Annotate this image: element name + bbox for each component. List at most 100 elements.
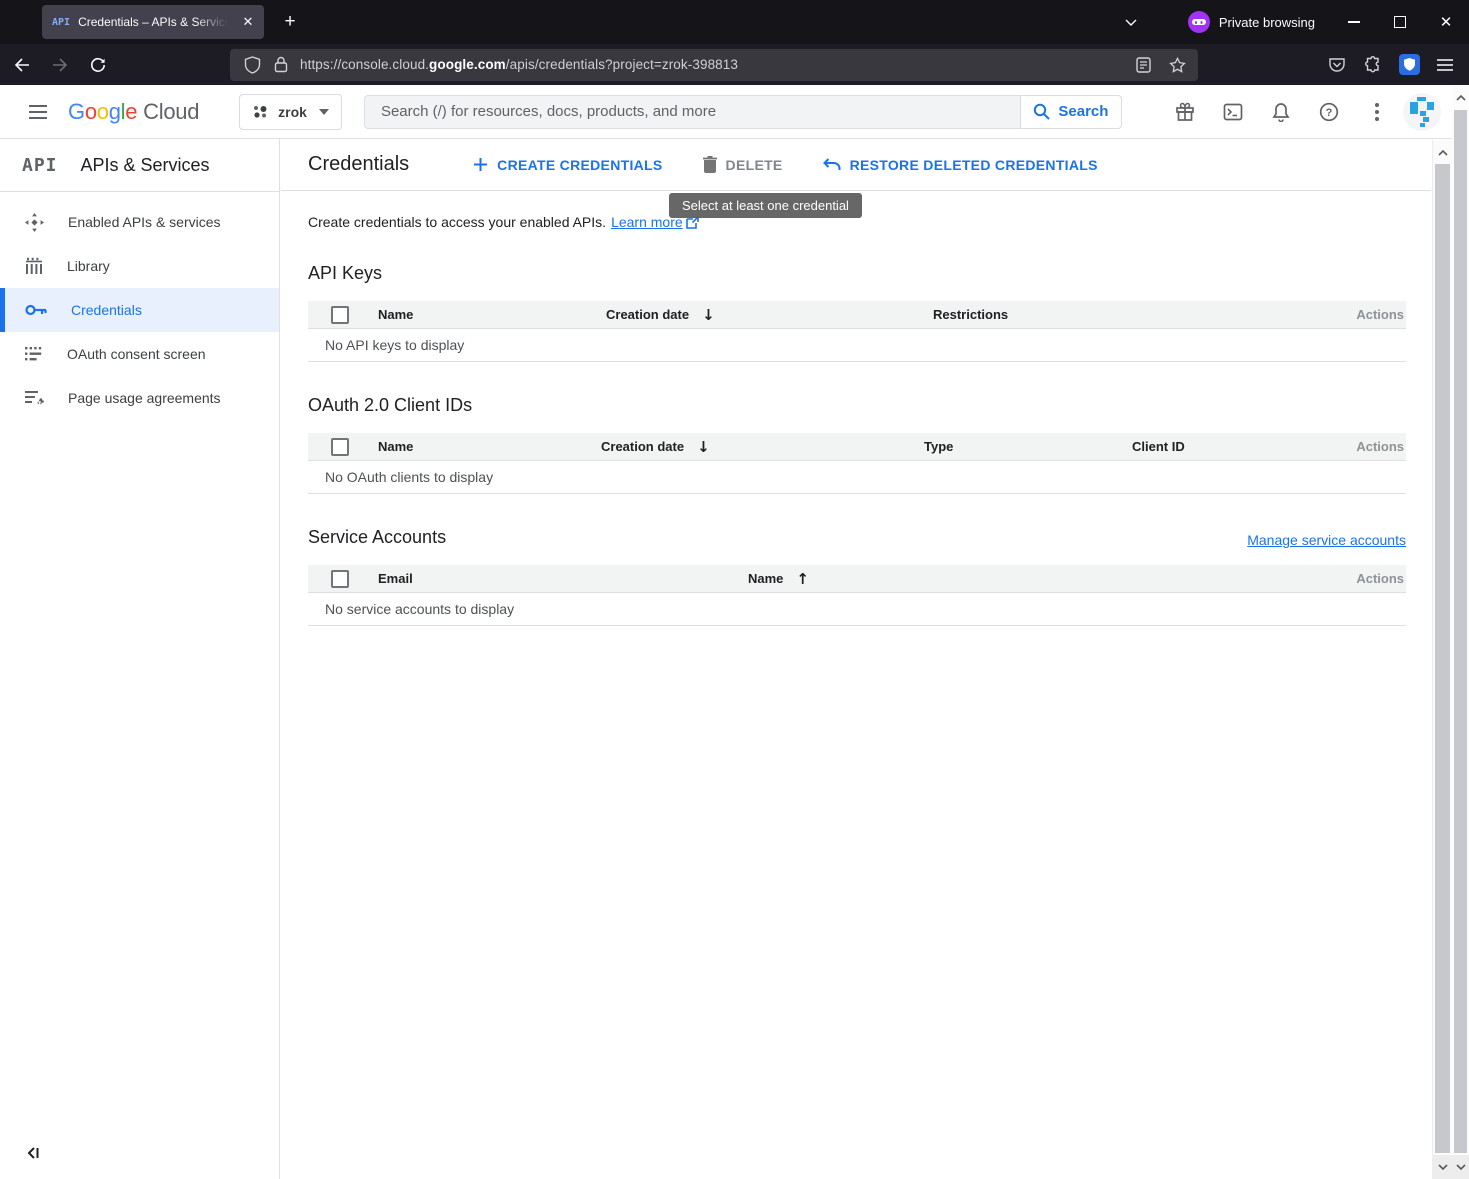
password-manager-shield-icon[interactable] xyxy=(1393,50,1425,80)
more-vert-icon[interactable] xyxy=(1353,88,1401,136)
url-bar[interactable]: https://console.cloud.google.com/apis/cr… xyxy=(230,49,1198,81)
bookmark-star-icon[interactable] xyxy=(1169,57,1186,73)
google-cloud-logo[interactable]: Google Cloud xyxy=(68,99,199,125)
window-maximize-button[interactable] xyxy=(1377,2,1423,42)
screen: API Credentials – APIs & Services – z ✕ … xyxy=(0,0,1469,1179)
table-header: Email Name↑ Actions xyxy=(308,565,1406,593)
tab-close-icon[interactable]: ✕ xyxy=(238,12,258,32)
scroll-up-icon[interactable] xyxy=(1433,142,1452,164)
console-search-input[interactable] xyxy=(364,95,1020,129)
help-icon[interactable]: ? xyxy=(1305,88,1353,136)
tab-title: Credentials – APIs & Services – z xyxy=(78,15,228,29)
browser-chrome: API Credentials – APIs & Services – z ✕ … xyxy=(0,0,1469,85)
tab-favicon: API xyxy=(52,17,70,28)
tooltip: Select at least one credential xyxy=(669,193,862,218)
private-mask-icon xyxy=(1188,11,1210,33)
column-restrictions[interactable]: Restrictions xyxy=(933,307,1356,322)
sidebar-item-library[interactable]: Library xyxy=(0,244,279,288)
pocket-icon[interactable] xyxy=(1321,50,1353,80)
console-search-button[interactable]: Search xyxy=(1020,95,1122,129)
column-creation-date[interactable]: Creation date↓ xyxy=(601,438,924,456)
window-close-button[interactable]: ✕ xyxy=(1423,2,1469,42)
window-scrollbar[interactable] xyxy=(1452,85,1469,1179)
manage-service-accounts-link[interactable]: Manage service accounts xyxy=(1247,532,1406,548)
gift-icon[interactable] xyxy=(1161,88,1209,136)
scrollbar-thumb[interactable] xyxy=(1454,110,1467,1153)
column-name[interactable]: Name xyxy=(378,439,601,454)
sidebar-item-credentials[interactable]: Credentials xyxy=(0,288,279,332)
column-creation-date[interactable]: Creation date↓ xyxy=(606,306,933,324)
notifications-bell-icon[interactable] xyxy=(1257,88,1305,136)
list-tabs-chevron-icon[interactable] xyxy=(1116,7,1146,37)
sidebar-item-enabled-apis[interactable]: Enabled APIs & services xyxy=(0,200,279,244)
content-scrollbar[interactable] xyxy=(1432,140,1452,1179)
navigation-toolbar: https://console.cloud.google.com/apis/cr… xyxy=(0,44,1469,85)
select-all-checkbox[interactable] xyxy=(331,438,349,456)
intro-text: Create credentials to access your enable… xyxy=(308,214,1431,230)
scroll-up-icon[interactable] xyxy=(1452,87,1469,109)
scroll-down-icon[interactable] xyxy=(1433,1155,1452,1179)
project-icon xyxy=(252,104,269,120)
reload-button[interactable] xyxy=(82,50,114,80)
url-text: https://console.cloud.google.com/apis/cr… xyxy=(300,57,738,72)
page-usage-icon xyxy=(25,390,44,406)
table-header: Name Creation date↓ Type Client ID Actio… xyxy=(308,433,1406,461)
project-caret-icon xyxy=(319,109,329,115)
sidebar-item-oauth-consent[interactable]: OAuth consent screen xyxy=(0,332,279,376)
section-title: Service Accounts xyxy=(308,527,446,548)
api-logo: API xyxy=(22,155,58,176)
column-email[interactable]: Email xyxy=(378,571,748,586)
empty-row: No OAuth clients to display xyxy=(308,461,1406,494)
select-all-checkbox[interactable] xyxy=(331,306,349,324)
scroll-down-icon[interactable] xyxy=(1452,1155,1469,1179)
select-all-checkbox[interactable] xyxy=(331,570,349,588)
section-oauth-clients: OAuth 2.0 Client IDs Name Creation date↓… xyxy=(308,395,1406,494)
library-icon xyxy=(25,257,43,275)
main-content: Credentials CREATE CREDENTIALS DELETE RE… xyxy=(281,139,1431,1179)
private-browsing-badge: Private browsing xyxy=(1188,11,1315,33)
sidebar: API APIs & Services Enabled APIs & servi… xyxy=(0,139,280,1179)
console-nav-menu-icon[interactable] xyxy=(14,88,62,136)
enabled-apis-icon xyxy=(25,213,44,232)
restore-deleted-credentials-button[interactable]: RESTORE DELETED CREDENTIALS xyxy=(823,157,1098,173)
column-name[interactable]: Name↑ xyxy=(748,570,1356,588)
column-actions: Actions xyxy=(1356,307,1406,322)
oauth-consent-icon xyxy=(25,347,43,361)
empty-row: No service accounts to display xyxy=(308,593,1406,626)
column-type[interactable]: Type xyxy=(924,439,1132,454)
create-credentials-button[interactable]: CREATE CREDENTIALS xyxy=(473,157,662,173)
scrollbar-thumb[interactable] xyxy=(1435,164,1450,1153)
tracking-shield-icon[interactable] xyxy=(244,56,261,74)
key-icon xyxy=(25,304,47,316)
collapse-sidebar-icon[interactable] xyxy=(26,1143,46,1163)
svg-text:?: ? xyxy=(1326,107,1333,119)
account-avatar[interactable] xyxy=(1403,93,1441,131)
browser-tab[interactable]: API Credentials – APIs & Services – z ✕ xyxy=(42,5,264,39)
column-client-id[interactable]: Client ID xyxy=(1132,439,1356,454)
window-minimize-button[interactable] xyxy=(1331,2,1377,42)
project-picker[interactable]: zrok xyxy=(239,94,342,130)
console-header: Google Cloud zrok Search xyxy=(0,85,1469,139)
sort-asc-icon: ↑ xyxy=(796,570,809,588)
sidebar-title: APIs & Services xyxy=(81,155,210,176)
new-tab-button[interactable]: + xyxy=(274,6,306,38)
cloud-shell-icon[interactable] xyxy=(1209,88,1257,136)
forward-button[interactable] xyxy=(44,50,76,80)
empty-row: No API keys to display xyxy=(308,329,1406,362)
plus-icon xyxy=(473,157,488,172)
extensions-puzzle-icon[interactable] xyxy=(1357,50,1389,80)
private-browsing-label: Private browsing xyxy=(1219,15,1315,30)
column-actions: Actions xyxy=(1356,439,1406,454)
sidebar-item-page-usage[interactable]: Page usage agreements xyxy=(0,376,279,420)
section-title: OAuth 2.0 Client IDs xyxy=(308,395,472,416)
reader-mode-icon[interactable] xyxy=(1136,57,1151,73)
menu-hamburger-icon[interactable] xyxy=(1429,50,1461,80)
section-title: API Keys xyxy=(308,263,382,284)
lock-icon[interactable] xyxy=(274,56,288,73)
back-button[interactable] xyxy=(6,50,38,80)
delete-button[interactable]: DELETE xyxy=(703,156,783,173)
column-actions: Actions xyxy=(1356,571,1406,586)
sort-desc-icon: ↓ xyxy=(702,306,715,324)
column-name[interactable]: Name xyxy=(378,307,606,322)
sidebar-header: API APIs & Services xyxy=(0,139,279,192)
